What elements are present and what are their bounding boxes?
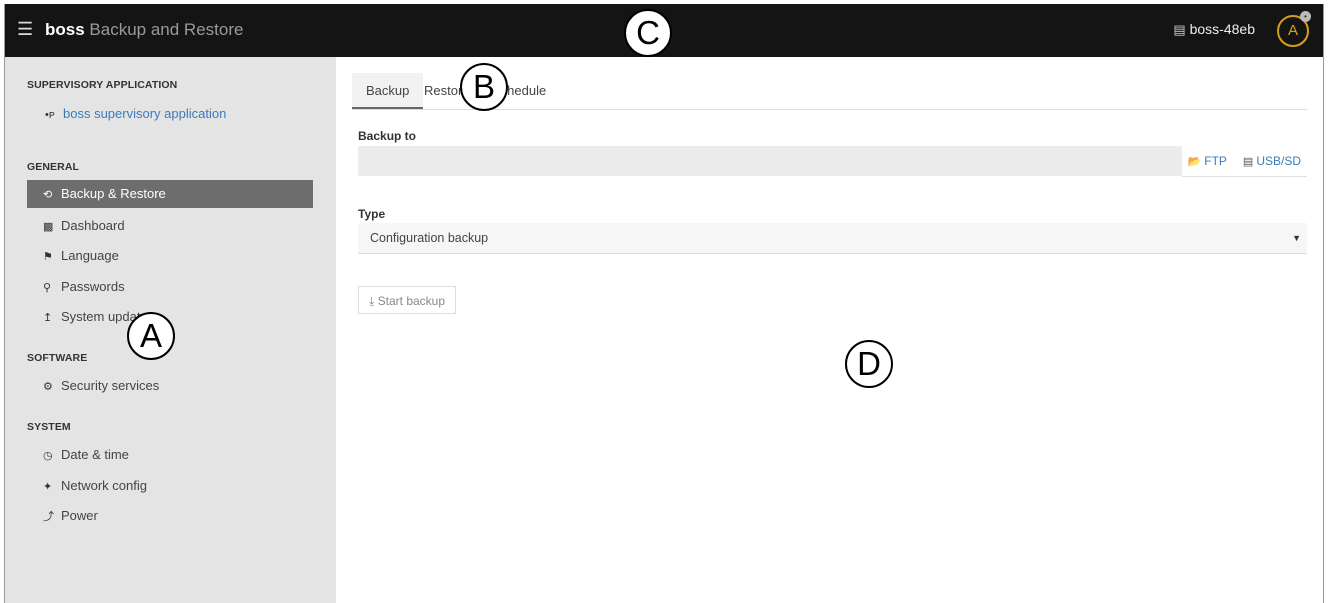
- sidebar-item-label: Dashboard: [61, 218, 125, 233]
- sidebar-item-label: Backup & Restore: [61, 186, 166, 201]
- sidebar-item-label: Language: [61, 248, 119, 263]
- ftp-button[interactable]: 📂 FTP: [1188, 154, 1227, 168]
- app-window: ☰ boss Backup and Restore ▤ boss-48eb A •…: [4, 4, 1324, 603]
- folder-open-icon: 📂: [1187, 156, 1202, 168]
- bolt-icon: ⤴: [43, 511, 54, 523]
- sidebar-item-dashboard[interactable]: ▩ Dashboard: [27, 212, 313, 240]
- callout-c: C: [624, 9, 672, 57]
- callout-a: A: [127, 312, 175, 360]
- start-backup-label: Start backup: [377, 294, 446, 308]
- type-label: Type: [358, 207, 386, 221]
- app-title-brand: boss: [45, 20, 85, 39]
- ftp-label: FTP: [1204, 154, 1227, 168]
- type-select-value: Configuration backup: [370, 231, 489, 245]
- app-title: boss Backup and Restore: [45, 20, 243, 40]
- history-icon: ⟲: [43, 189, 53, 201]
- sidebar-item-security-services[interactable]: ⚙ Security services: [27, 372, 313, 400]
- main-content: Backup Restore Schedule Backup to 📂 FTP ▤…: [336, 57, 1323, 603]
- section-software: SOFTWARE: [27, 352, 88, 364]
- backup-to-label: Backup to: [358, 129, 417, 143]
- flag-icon: ⚑: [43, 251, 53, 263]
- sidebar-item-label: boss supervisory application: [63, 106, 227, 121]
- callout-d: D: [845, 340, 893, 388]
- destination-buttons: 📂 FTP ▤ USB/SD: [1181, 146, 1307, 177]
- caret-down-icon: ▼: [1292, 233, 1301, 243]
- device-name: boss-48eb: [1189, 21, 1255, 37]
- section-system: SYSTEM: [27, 421, 71, 433]
- section-general: GENERAL: [27, 161, 80, 173]
- sidebar-item-date-time[interactable]: ◷ Date & time: [27, 441, 313, 469]
- app-title-text: Backup and Restore: [84, 20, 244, 39]
- hdd-icon: ▤: [1242, 156, 1254, 168]
- sidebar-item-backup-restore[interactable]: ⟲ Backup & Restore: [27, 180, 313, 208]
- sidebar-item-power[interactable]: ⤴ Power: [27, 502, 313, 530]
- start-backup-button[interactable]: ⤓ Start backup: [358, 286, 457, 314]
- sidebar-item-label: Passwords: [61, 279, 125, 294]
- section-supervisory-application: SUPERVISORY APPLICATION: [27, 79, 178, 91]
- type-select[interactable]: Configuration backup ▼: [358, 223, 1307, 254]
- backup-to-field[interactable]: 📂 FTP ▤ USB/SD: [358, 146, 1307, 177]
- download-icon: ⤓: [369, 294, 375, 308]
- avatar-badge-icon: •: [1300, 11, 1311, 22]
- sidebar-item-boss-supervisory-application[interactable]: •ᴩ boss supervisory application: [29, 100, 315, 128]
- sidebar-item-label: Date & time: [61, 447, 129, 462]
- upload-icon: ↥: [43, 312, 53, 324]
- clock-icon: ◷: [43, 450, 53, 462]
- device-indicator[interactable]: ▤ boss-48eb: [1173, 21, 1255, 38]
- usb-sd-label: USB/SD: [1256, 154, 1301, 168]
- sidebar-item-label: Security services: [61, 378, 160, 393]
- cogs-icon: ⚙: [43, 381, 53, 393]
- sidebar-item-passwords[interactable]: ⚲ Passwords: [27, 273, 313, 301]
- callout-b: B: [460, 63, 508, 111]
- plug-icon: ✦: [43, 481, 53, 493]
- hdd-icon: ▤: [1173, 22, 1186, 37]
- boss-logo-icon: •ᴩ: [45, 109, 55, 121]
- menu-icon[interactable]: ☰: [17, 19, 33, 40]
- sidebar-item-network-config[interactable]: ✦ Network config: [27, 472, 313, 500]
- bar-chart-icon: ▩: [43, 221, 54, 233]
- sidebar-item-language[interactable]: ⚑ Language: [27, 242, 313, 270]
- usb-sd-button[interactable]: ▤ USB/SD: [1243, 154, 1301, 168]
- sidebar-item-label: Network config: [61, 478, 147, 493]
- sidebar-item-label: Power: [61, 508, 98, 523]
- key-icon: ⚲: [43, 282, 52, 294]
